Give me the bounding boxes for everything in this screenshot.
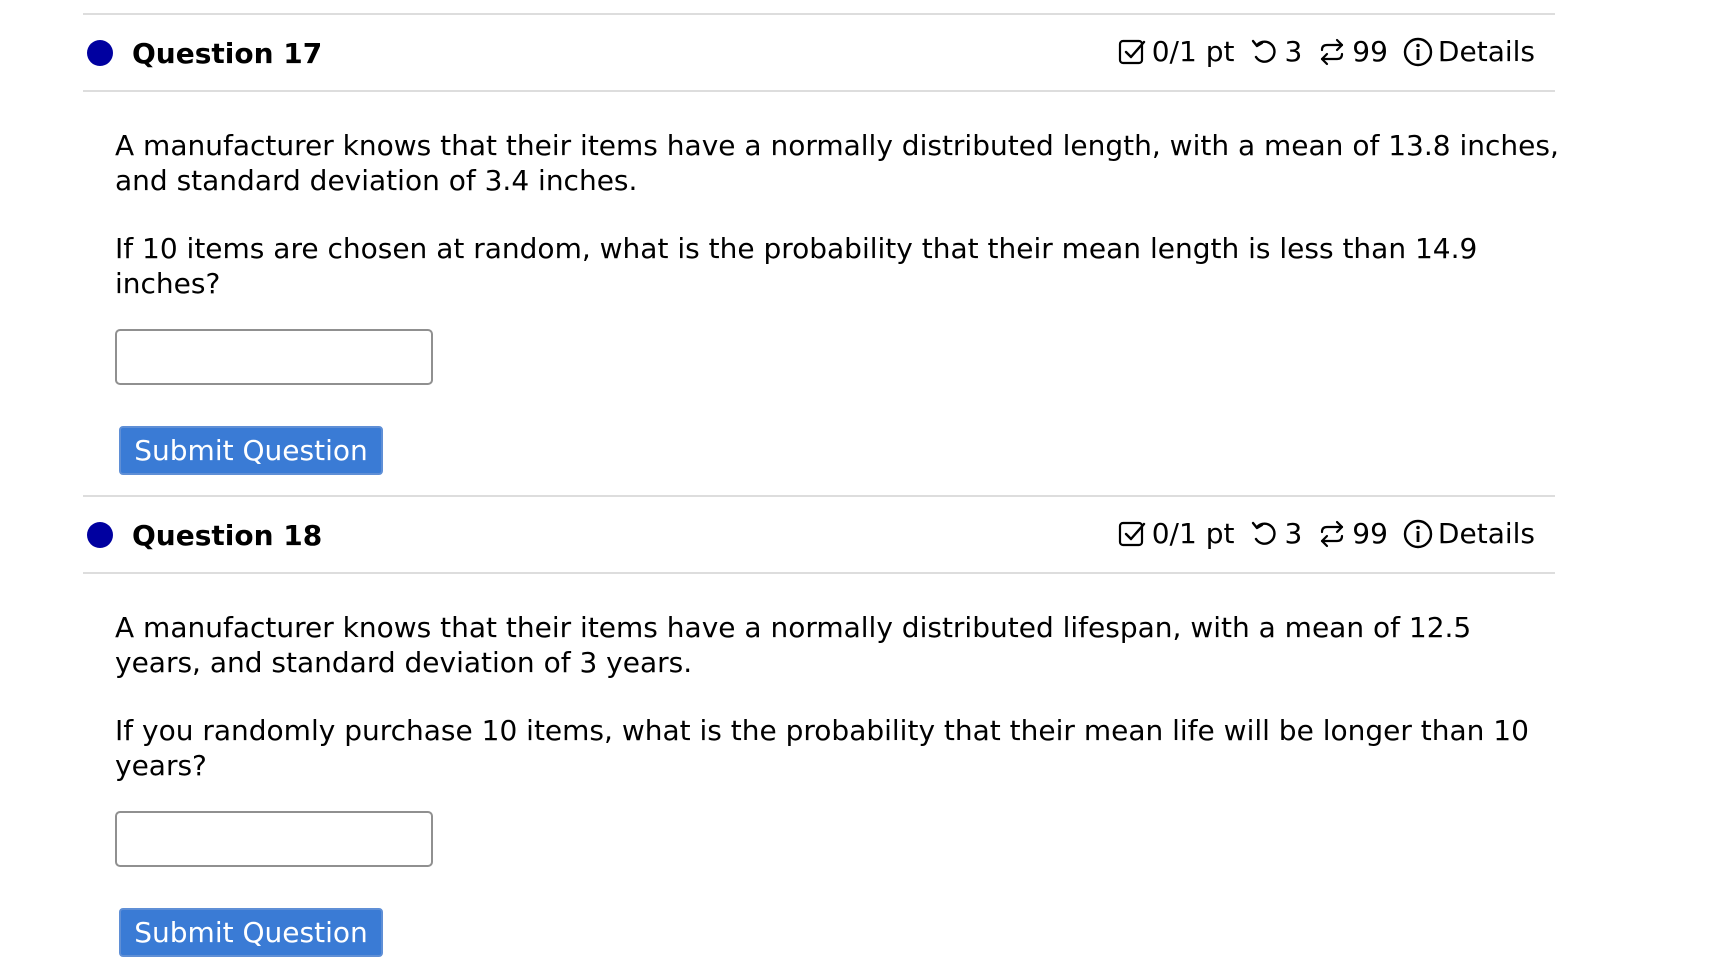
score-indicator: 0/1 pt xyxy=(1116,35,1235,68)
question-body: A manufacturer knows that their items ha… xyxy=(83,92,1559,475)
checkbox-icon xyxy=(1116,36,1148,68)
score-label: 0/1 pt xyxy=(1151,517,1235,550)
attempts-indicator: 3 xyxy=(1248,517,1302,550)
details-label[interactable]: Details xyxy=(1438,35,1535,68)
question-18: Question 18 0/1 pt 3 99 Details A manufa… xyxy=(83,495,1555,957)
score-label: 0/1 pt xyxy=(1151,35,1235,68)
info-icon[interactable] xyxy=(1402,518,1434,550)
question-text: A manufacturer knows that their items ha… xyxy=(115,611,1472,679)
answer-input[interactable] xyxy=(115,329,433,385)
repeat-icon xyxy=(1316,36,1348,68)
retries-indicator: 99 xyxy=(1316,35,1388,68)
question-title: Question 17 xyxy=(132,37,323,70)
status-dot-icon xyxy=(87,522,113,548)
details-link[interactable]: Details xyxy=(1402,35,1535,68)
retries-label: 99 xyxy=(1352,35,1388,68)
question-prompt: If you randomly purchase 10 items, what … xyxy=(115,714,1529,782)
question-meta: 0/1 pt 3 99 Details xyxy=(1116,517,1535,550)
question-header: Question 17 0/1 pt 3 99 Details xyxy=(83,13,1555,92)
retries-label: 99 xyxy=(1352,517,1388,550)
retries-indicator: 99 xyxy=(1316,517,1388,550)
question-title: Question 18 xyxy=(132,519,323,552)
details-link[interactable]: Details xyxy=(1402,517,1535,550)
attempts-label: 3 xyxy=(1284,517,1303,550)
question-prompt: If 10 items are chosen at random, what i… xyxy=(115,232,1478,300)
details-label[interactable]: Details xyxy=(1438,517,1535,550)
score-indicator: 0/1 pt xyxy=(1116,517,1235,550)
repeat-icon xyxy=(1316,518,1348,550)
attempts-label: 3 xyxy=(1284,35,1303,68)
question-header: Question 18 0/1 pt 3 99 Details xyxy=(83,495,1555,574)
question-meta: 0/1 pt 3 99 Details xyxy=(1116,35,1535,68)
question-body: A manufacturer knows that their items ha… xyxy=(83,574,1555,957)
answer-input[interactable] xyxy=(115,811,433,867)
submit-question-button[interactable]: Submit Question xyxy=(119,908,383,957)
undo-icon xyxy=(1248,36,1280,68)
question-text: A manufacturer knows that their items ha… xyxy=(115,129,1559,197)
undo-icon xyxy=(1248,518,1280,550)
attempts-indicator: 3 xyxy=(1248,35,1302,68)
submit-question-button[interactable]: Submit Question xyxy=(119,426,383,475)
info-icon[interactable] xyxy=(1402,36,1434,68)
status-dot-icon xyxy=(87,40,113,66)
question-17: Question 17 0/1 pt 3 99 Details A manufa… xyxy=(83,13,1559,475)
checkbox-icon xyxy=(1116,518,1148,550)
